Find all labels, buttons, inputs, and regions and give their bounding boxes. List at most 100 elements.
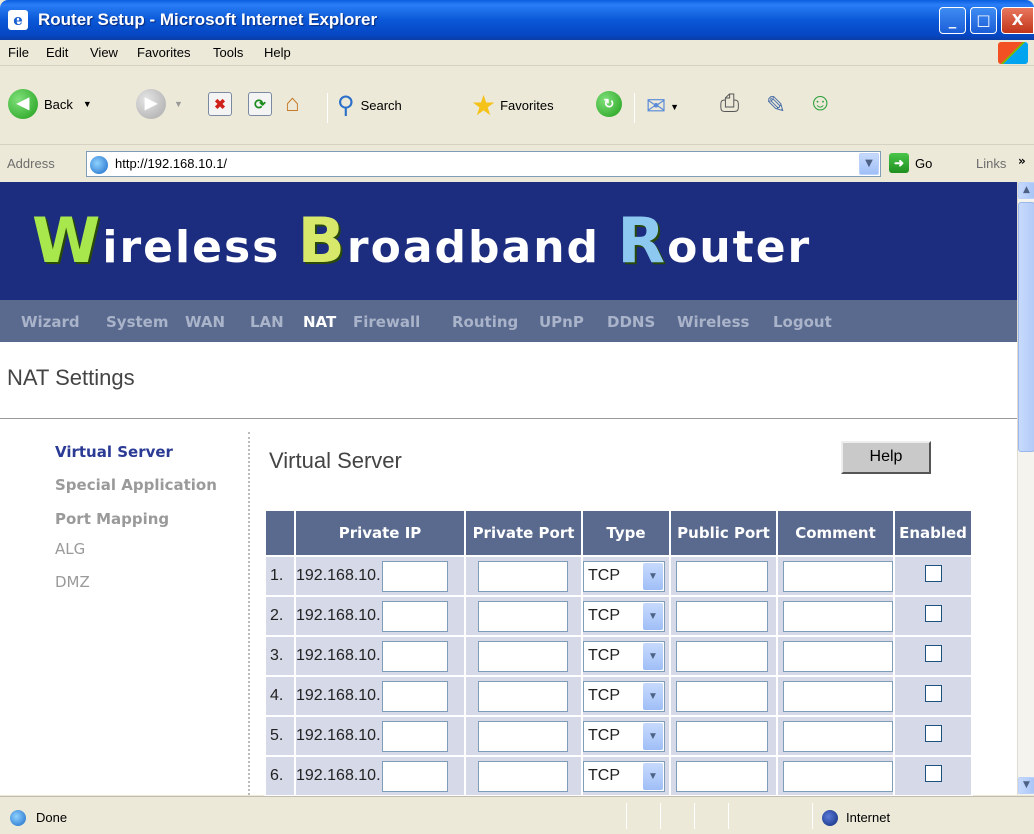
links-chevron-icon[interactable]: »: [1018, 154, 1026, 168]
side-alg[interactable]: ALG: [55, 540, 85, 558]
back-dropdown-icon[interactable]: ▼: [83, 99, 92, 109]
windows-logo-icon: [998, 42, 1028, 64]
nav-nat[interactable]: NAT: [303, 313, 336, 331]
banner-word-broadband: roadband: [346, 222, 618, 273]
type-select[interactable]: TCP ▼: [583, 560, 665, 592]
vertical-scrollbar[interactable]: ▲ ▼: [1017, 182, 1034, 795]
close-button[interactable]: X: [1001, 7, 1034, 34]
enabled-checkbox[interactable]: [924, 645, 942, 662]
messenger-icon: ☺: [808, 89, 833, 116]
minimize-button[interactable]: _: [939, 7, 966, 34]
enabled-checkbox[interactable]: [924, 725, 942, 742]
comment-input[interactable]: [783, 560, 893, 592]
side-port-mapping[interactable]: Port Mapping: [55, 510, 169, 528]
private-port-input[interactable]: [478, 680, 568, 712]
scroll-down-icon[interactable]: ▼: [1018, 777, 1034, 794]
links-toolbar[interactable]: Links: [976, 156, 1006, 171]
public-port-input[interactable]: [676, 560, 768, 592]
back-button[interactable]: ◀ Back ▼: [8, 89, 92, 119]
edit-button[interactable]: ✎: [766, 91, 786, 120]
type-select[interactable]: TCP ▼: [583, 720, 665, 752]
public-port-input[interactable]: [676, 680, 768, 712]
type-select[interactable]: TCP ▼: [583, 680, 665, 712]
forward-button[interactable]: ▶ ▼: [136, 89, 183, 119]
menu-view[interactable]: View: [90, 45, 118, 60]
private-port-input[interactable]: [478, 600, 568, 632]
comment-input[interactable]: [783, 680, 893, 712]
nav-lan[interactable]: LAN: [250, 313, 284, 331]
menu-file[interactable]: File: [8, 45, 29, 60]
nav-wan[interactable]: WAN: [185, 313, 225, 331]
side-dmz[interactable]: DMZ: [55, 573, 90, 591]
comment-input[interactable]: [783, 640, 893, 672]
public-port-input[interactable]: [676, 640, 768, 672]
stop-button[interactable]: ✖: [208, 92, 232, 116]
private-ip-input[interactable]: [381, 680, 448, 712]
private-ip-input[interactable]: [381, 640, 448, 672]
public-port-cell: [671, 557, 776, 595]
type-select[interactable]: TCP ▼: [583, 600, 665, 632]
private-ip-input[interactable]: [381, 600, 448, 632]
favorites-button[interactable]: ★ Favorites: [471, 89, 554, 122]
messenger-button[interactable]: ☺: [808, 89, 833, 117]
private-port-input[interactable]: [478, 640, 568, 672]
menu-favorites[interactable]: Favorites: [137, 45, 190, 60]
nav-logout[interactable]: Logout: [773, 313, 832, 331]
mail-button[interactable]: ✉ ▼: [646, 92, 679, 121]
mail-dropdown-icon[interactable]: ▼: [670, 102, 679, 112]
nav-upnp[interactable]: UPnP: [539, 313, 584, 331]
header-enabled: Enabled: [895, 511, 971, 555]
nav-system[interactable]: System: [106, 313, 168, 331]
public-port-input[interactable]: [676, 760, 768, 792]
side-special-application[interactable]: Special Application: [55, 476, 217, 494]
status-separator: [626, 803, 627, 829]
menu-help[interactable]: Help: [264, 45, 291, 60]
menu-tools[interactable]: Tools: [213, 45, 243, 60]
private-ip-input[interactable]: [381, 720, 448, 752]
side-virtual-server[interactable]: Virtual Server: [55, 443, 173, 461]
private-port-input[interactable]: [478, 560, 568, 592]
history-button[interactable]: ↻: [596, 91, 622, 117]
search-button[interactable]: ⚲ Search: [337, 91, 402, 120]
go-button[interactable]: ➜ Go: [889, 153, 932, 173]
comment-input[interactable]: [783, 760, 893, 792]
type-select[interactable]: TCP ▼: [583, 760, 665, 792]
nav-routing[interactable]: Routing: [452, 313, 518, 331]
scroll-up-icon[interactable]: ▲: [1018, 182, 1034, 199]
private-port-input[interactable]: [478, 720, 568, 752]
comment-input[interactable]: [783, 720, 893, 752]
forward-dropdown-icon[interactable]: ▼: [174, 99, 183, 109]
address-dropdown-icon[interactable]: ▼: [859, 153, 879, 175]
enabled-checkbox[interactable]: [924, 605, 942, 622]
menu-edit[interactable]: Edit: [46, 45, 68, 60]
nav-wireless[interactable]: Wireless: [677, 313, 749, 331]
private-port-cell: [466, 757, 581, 795]
address-input[interactable]: http://192.168.10.1/ ▼: [86, 151, 881, 177]
chevron-down-icon: ▼: [643, 642, 663, 670]
comment-input[interactable]: [783, 600, 893, 632]
page-icon: [90, 156, 108, 174]
help-button[interactable]: Help: [841, 441, 931, 474]
refresh-button[interactable]: ⟳: [248, 92, 272, 116]
private-ip-cell: 192.168.10.: [296, 557, 464, 595]
private-ip-input[interactable]: [381, 760, 448, 792]
private-port-input[interactable]: [478, 760, 568, 792]
public-port-input[interactable]: [676, 720, 768, 752]
type-select[interactable]: TCP ▼: [583, 640, 665, 672]
nav-ddns[interactable]: DDNS: [607, 313, 655, 331]
print-button[interactable]: ⎙: [720, 90, 739, 118]
maximize-button[interactable]: □: [970, 7, 997, 34]
enabled-checkbox[interactable]: [924, 765, 942, 782]
chevron-down-icon: ▼: [643, 602, 663, 630]
private-ip-input[interactable]: [381, 560, 448, 592]
nav-firewall[interactable]: Firewall: [353, 313, 420, 331]
type-value: TCP: [588, 767, 620, 784]
side-divider: [248, 432, 250, 795]
enabled-checkbox[interactable]: [924, 565, 942, 582]
scrollbar-thumb[interactable]: [1018, 202, 1034, 452]
nav-wizard[interactable]: Wizard: [21, 313, 80, 331]
home-button[interactable]: ⌂: [285, 90, 300, 118]
header-private-ip: Private IP: [296, 511, 464, 555]
enabled-checkbox[interactable]: [924, 685, 942, 702]
public-port-input[interactable]: [676, 600, 768, 632]
